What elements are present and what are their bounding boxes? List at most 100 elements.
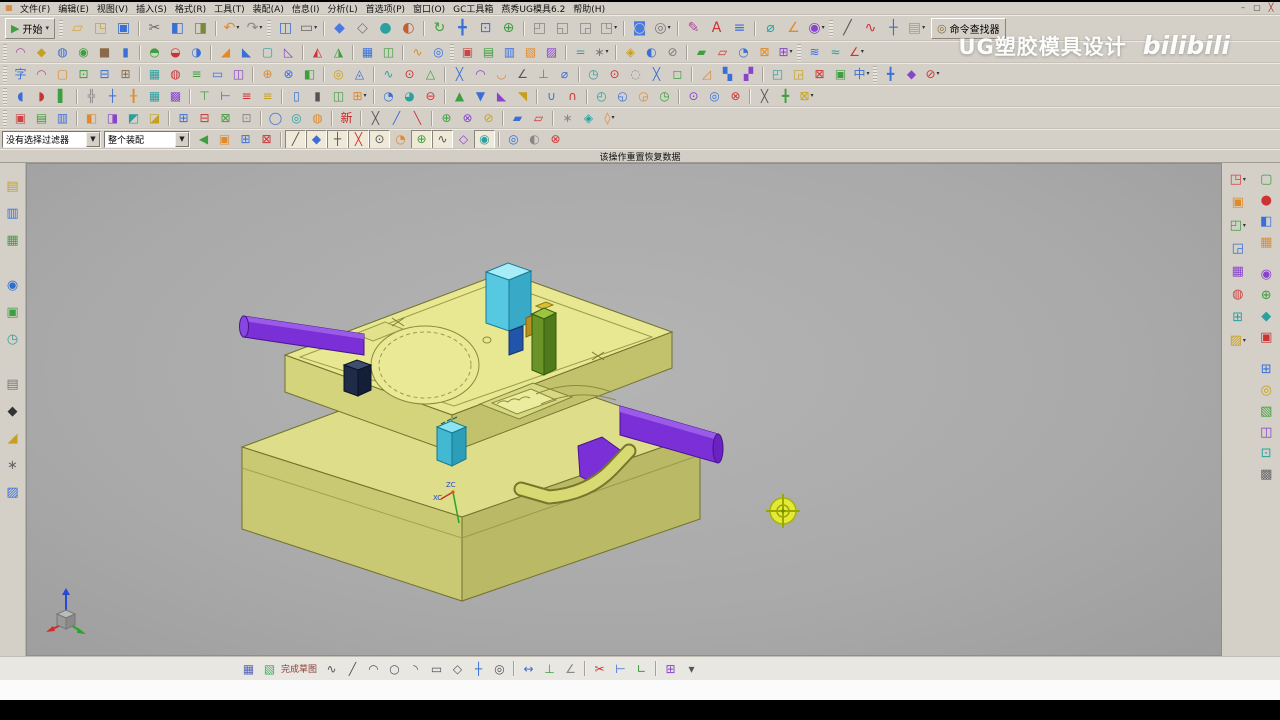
scale-body-icon[interactable]: ◬	[349, 65, 370, 84]
resource-image-icon[interactable]: ▨	[3, 483, 23, 501]
side-2-icon[interactable]: ●	[1255, 191, 1277, 210]
tb4-m2-icon[interactable]: ◗	[31, 87, 52, 106]
cut-icon[interactable]: ✂	[143, 17, 166, 39]
groove-icon[interactable]: ◫	[228, 65, 249, 84]
tools-icon[interactable]: ∗ ▾	[591, 43, 612, 62]
sweep-icon[interactable]: ∿	[407, 43, 428, 62]
app-icon[interactable]: ▦	[2, 2, 16, 14]
edge-blend-icon[interactable]: ◢	[215, 43, 236, 62]
auto-dimension-icon[interactable]: ∠	[560, 659, 581, 679]
open-icon[interactable]: ◳	[89, 17, 112, 39]
menu-item-13[interactable]: 帮助(H)	[569, 2, 609, 15]
tb2-b1-icon[interactable]: ≋	[804, 43, 825, 62]
resource-web-browser-icon[interactable]: ◉	[3, 276, 23, 294]
side-13-icon[interactable]: ⊡	[1255, 444, 1277, 463]
isometric-view-icon[interactable]: ◲	[574, 17, 597, 39]
restore-icon[interactable]: ▢	[1250, 2, 1264, 14]
resource-board-icon[interactable]: ▣	[3, 303, 23, 321]
geometric-constraint-icon[interactable]: ⊥	[539, 659, 560, 679]
snap-intersection-icon[interactable]: ╳	[348, 130, 369, 148]
tb3-x10-icon[interactable]: ╳	[646, 65, 667, 84]
tb3-x17-icon[interactable]: ⊠	[809, 65, 830, 84]
unite-icon[interactable]: ◓	[144, 43, 165, 62]
project-curve-icon[interactable]: ◠	[31, 65, 52, 84]
stitch-icon[interactable]: ⊗	[278, 65, 299, 84]
mold-wizard-1-icon[interactable]: ◳ ▾	[1227, 170, 1249, 189]
tb3-x13-icon[interactable]: ▚	[717, 65, 738, 84]
rectangle-icon[interactable]: ▭	[426, 659, 447, 679]
trim-body-icon[interactable]: ◭	[307, 43, 328, 62]
pocket-icon[interactable]: ⊟	[94, 65, 115, 84]
menu-item-12[interactable]: 燕秀UG模具6.2	[497, 2, 569, 15]
tb2-purple-icon[interactable]: ▨	[541, 43, 562, 62]
tb5-k18-icon[interactable]: ⊕	[436, 109, 457, 128]
snapshot-icon[interactable]: ◈	[620, 43, 641, 62]
selection-filter-arrow-icon[interactable]: ▼	[86, 131, 100, 147]
tb4-m32-icon[interactable]: ⊗	[725, 87, 746, 106]
tube-icon[interactable]: ◎	[428, 43, 449, 62]
side-14-icon[interactable]: ▩	[1255, 465, 1277, 484]
start-button[interactable]: ▶ 开始 ▾	[5, 17, 55, 39]
menu-item-7[interactable]: 信息(I)	[288, 2, 324, 15]
menu-item-0[interactable]: 文件(F)	[16, 2, 54, 15]
tb2-green-icon[interactable]: ▤	[478, 43, 499, 62]
quick-extend-icon[interactable]: ⊢	[610, 659, 631, 679]
expression-icon[interactable]: =	[570, 43, 591, 62]
tb3-x8-icon[interactable]: ⊙	[604, 65, 625, 84]
tb4-m35-icon[interactable]: ⊠ ▾	[796, 87, 817, 106]
tb2-a3-icon[interactable]: ◔	[733, 43, 754, 62]
tb4-m34-icon[interactable]: ╋	[775, 87, 796, 106]
subtract-icon[interactable]: ◒	[165, 43, 186, 62]
tb2-a2-icon[interactable]: ▱	[712, 43, 733, 62]
tb5-k16-icon[interactable]: ╱	[386, 109, 407, 128]
sel-none-icon[interactable]: ⊠	[256, 130, 277, 148]
tb2-a1-icon[interactable]: ▰	[691, 43, 712, 62]
sketch-grid-icon[interactable]: ▦	[238, 659, 259, 679]
shell-icon[interactable]: ▢	[257, 43, 278, 62]
tb5-k24-icon[interactable]: ◈	[578, 109, 599, 128]
side-9-icon[interactable]: ⊞	[1255, 360, 1277, 379]
tb5-k5-icon[interactable]: ◨	[102, 109, 123, 128]
tb4-m3-icon[interactable]: ▌	[52, 87, 73, 106]
snap-mid-icon[interactable]: ╱	[285, 130, 306, 148]
measure-angle-icon[interactable]: ∠	[782, 17, 805, 39]
spline-tool-icon[interactable]: ∿	[859, 17, 882, 39]
fillet-icon[interactable]: ◝	[405, 659, 426, 679]
render-wireframe-icon[interactable]: ◎ ▾	[651, 17, 674, 39]
resource-gear-icon[interactable]: ∗	[3, 456, 23, 474]
paste-icon[interactable]: ◨	[189, 17, 212, 39]
tb3-x18-icon[interactable]: ▣	[830, 65, 851, 84]
tb4-m24-icon[interactable]: ∪	[541, 87, 562, 106]
grid-icon[interactable]: ▦	[144, 65, 165, 84]
tb4-m27-icon[interactable]: ◵	[612, 87, 633, 106]
sketch-more-icon[interactable]: ▾	[681, 659, 702, 679]
mold-wizard-2-icon[interactable]: ▣	[1227, 193, 1249, 212]
tb2-b2-icon[interactable]: ≈	[825, 43, 846, 62]
tb4-m1-icon[interactable]: ◖	[10, 87, 31, 106]
selection-scope-arrow-icon[interactable]: ▼	[175, 131, 189, 147]
arc-icon[interactable]: ◠	[363, 659, 384, 679]
tb3-x20-icon[interactable]: ╋	[880, 65, 901, 84]
side-6-icon[interactable]: ⊕	[1255, 286, 1277, 305]
side-4-icon[interactable]: ▦	[1255, 233, 1277, 252]
tb5-k25-icon[interactable]: ◊ ▾	[599, 109, 620, 128]
tb4-m31-icon[interactable]: ◎	[704, 87, 725, 106]
object-info-icon[interactable]: ◉ ▾	[805, 17, 828, 39]
yanxiu-new-icon[interactable]: 新	[336, 109, 357, 128]
studio-render-icon[interactable]: ●	[374, 17, 397, 39]
top-view-icon[interactable]: ◱	[551, 17, 574, 39]
tb5-k13-icon[interactable]: ◎	[286, 109, 307, 128]
cylinder-icon[interactable]: ▮	[115, 43, 136, 62]
trimetric-view-icon[interactable]: ◳ ▾	[597, 17, 620, 39]
tb3-x6-icon[interactable]: ⌀	[554, 65, 575, 84]
sel-prev-icon[interactable]: ◀	[193, 130, 214, 148]
display-mode-icon[interactable]: ◐	[641, 43, 662, 62]
tb5-k1-icon[interactable]: ▣	[10, 109, 31, 128]
line-icon[interactable]: ╱	[342, 659, 363, 679]
boss-icon[interactable]: ◍	[165, 65, 186, 84]
tb3-x12-icon[interactable]: ◿	[696, 65, 717, 84]
pad-icon[interactable]: ⊞	[115, 65, 136, 84]
rotate-view-icon[interactable]: ↻	[428, 17, 451, 39]
circle-icon[interactable]: ○	[384, 659, 405, 679]
tb3-x21-icon[interactable]: ◆	[901, 65, 922, 84]
